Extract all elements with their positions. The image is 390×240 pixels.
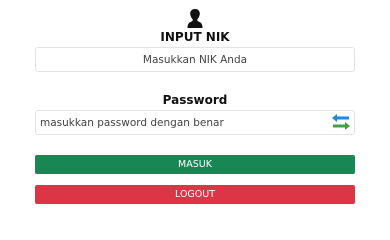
nik-label: INPUT NIK — [160, 30, 230, 44]
user-icon — [187, 9, 203, 28]
toggle-password-button[interactable] — [330, 112, 352, 132]
login-page: INPUT NIK Password MASUK LOGOUT — [0, 0, 390, 240]
nik-input[interactable] — [35, 47, 355, 72]
masuk-button[interactable]: MASUK — [35, 155, 355, 174]
password-label: Password — [162, 93, 228, 107]
swap-arrows-icon — [332, 114, 350, 130]
password-input[interactable] — [35, 110, 355, 135]
logout-button[interactable]: LOGOUT — [35, 185, 355, 204]
